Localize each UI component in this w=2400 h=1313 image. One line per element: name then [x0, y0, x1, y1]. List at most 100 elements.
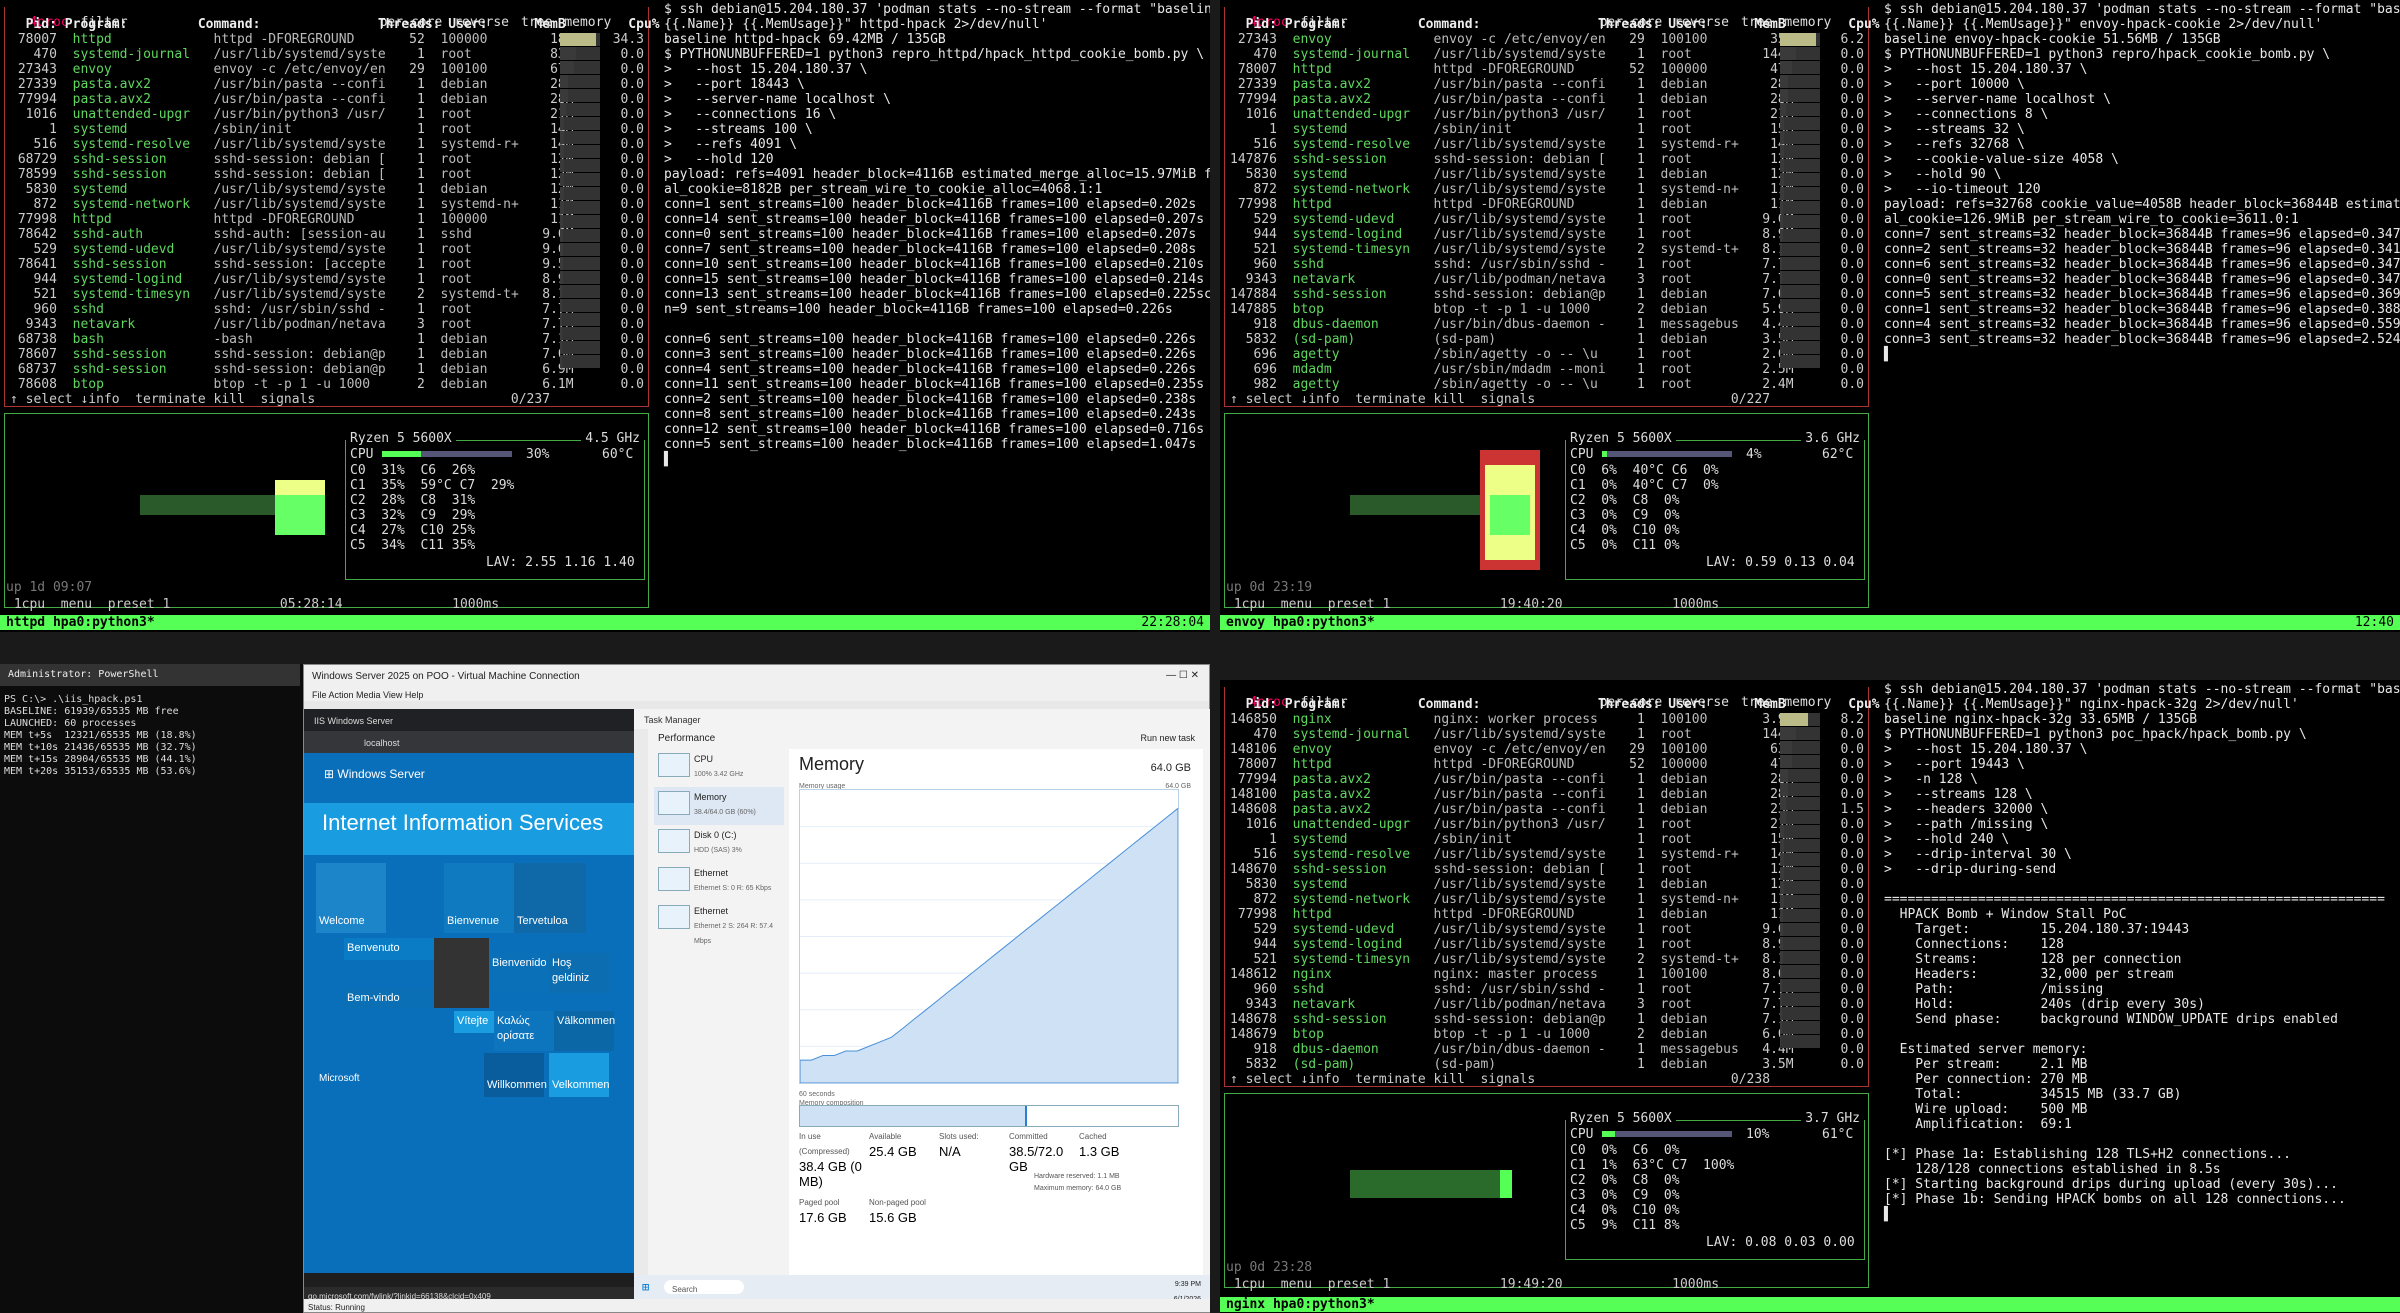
process-actions[interactable]: ↑ select ↓info terminate kill signals 0/…: [1230, 1072, 1770, 1087]
process-row[interactable]: 147876 sshd-session sshd-session: debian…: [1230, 152, 1872, 167]
process-row[interactable]: 78608 btop btop -t -p 1 -u 1000 2 debian…: [10, 377, 652, 392]
process-row[interactable]: 5832 (sd-pam) (sd-pam) 1 debian 3.5M 0.0: [1230, 1057, 1872, 1072]
process-row[interactable]: 470 systemd-journal /usr/lib/systemd/sys…: [1230, 47, 1872, 62]
tile-bienvenido[interactable]: Bienvenido: [489, 953, 549, 993]
process-row[interactable]: 27339 pasta.avx2 /usr/bin/pasta --confi …: [1230, 77, 1872, 92]
process-row[interactable]: 516 systemd-resolve /usr/lib/systemd/sys…: [10, 137, 652, 152]
process-row[interactable]: 147885 btop btop -t -p 1 -u 1000 2 debia…: [1230, 302, 1872, 317]
process-row[interactable]: 78007 httpd httpd -DFOREGROUND 52 100000…: [10, 32, 652, 47]
address-bar[interactable]: localhost: [304, 731, 634, 753]
tmux-window[interactable]: httpd hpa0:python3*: [6, 615, 155, 630]
process-row[interactable]: 78607 sshd-session sshd-session: debian@…: [10, 347, 652, 362]
tile-bienvenue[interactable]: Bienvenue: [444, 863, 514, 933]
process-row[interactable]: 78007 httpd httpd -DFOREGROUND 52 100000…: [1230, 62, 1872, 77]
process-row[interactable]: 77998 httpd httpd -DFOREGROUND 1 debian …: [1230, 197, 1872, 212]
tile-kalos[interactable]: Καλώς ορίσατε: [494, 1011, 554, 1051]
process-row[interactable]: 521 systemd-timesyn /usr/lib/systemd/sys…: [10, 287, 652, 302]
tm-resource-3[interactable]: Ethernet Ethernet S: 0 R: 65 Kbps: [654, 863, 784, 901]
process-list[interactable]: 78007 httpd httpd -DFOREGROUND 52 100000…: [10, 32, 652, 392]
tile-valkommen[interactable]: Välkommen: [554, 1011, 615, 1051]
tm-resource-0[interactable]: CPU 100% 3.42 GHz: [654, 749, 784, 787]
browser-window[interactable]: IIS Windows Server localhost ⊞ Windows S…: [304, 709, 634, 1301]
tile-benvenuto[interactable]: Benvenuto: [344, 938, 434, 960]
process-list[interactable]: 27343 envoy envoy -c /etc/envoy/en 29 10…: [1230, 32, 1872, 392]
process-row[interactable]: 960 sshd sshd: /usr/sbin/sshd - 1 root 7…: [1230, 982, 1872, 997]
process-row[interactable]: 470 systemd-journal /usr/lib/systemd/sys…: [10, 47, 652, 62]
process-row[interactable]: 5830 systemd /usr/lib/systemd/syste 1 de…: [1230, 877, 1872, 892]
process-row[interactable]: 944 systemd-logind /usr/lib/systemd/syst…: [10, 272, 652, 287]
process-row[interactable]: 9343 netavark /usr/lib/podman/netava 3 r…: [10, 317, 652, 332]
process-row[interactable]: 470 systemd-journal /usr/lib/systemd/sys…: [1230, 727, 1872, 742]
process-row[interactable]: 918 dbus-daemon /usr/bin/dbus-daemon - 1…: [1230, 317, 1872, 332]
process-row[interactable]: 77998 httpd httpd -DFOREGROUND 1 debian …: [1230, 907, 1872, 922]
process-row[interactable]: 9343 netavark /usr/lib/podman/netava 3 r…: [1230, 997, 1872, 1012]
process-row[interactable]: 27343 envoy envoy -c /etc/envoy/en 29 10…: [1230, 32, 1872, 47]
process-row[interactable]: 148100 pasta.avx2 /usr/bin/pasta --confi…: [1230, 787, 1872, 802]
process-row[interactable]: 148106 envoy envoy -c /etc/envoy/en 29 1…: [1230, 742, 1872, 757]
tm-resource-1[interactable]: Memory 38.4/64.0 GB (60%): [654, 787, 784, 825]
process-row[interactable]: 148608 pasta.avx2 /usr/bin/pasta --confi…: [1230, 802, 1872, 817]
tmux-window[interactable]: nginx hpa0:python3*: [1226, 1297, 1375, 1312]
start-icon[interactable]: ⊞: [642, 1280, 649, 1295]
process-row[interactable]: 696 mdadm /usr/sbin/mdadm --moni 1 root …: [1230, 362, 1872, 377]
process-row[interactable]: 146850 nginx nginx: worker process 1 100…: [1230, 712, 1872, 727]
process-row[interactable]: 960 sshd sshd: /usr/sbin/sshd - 1 root 7…: [10, 302, 652, 317]
btop-bottom-bar[interactable]: 1cpu menu preset 1 05:28:14 1000ms: [6, 597, 499, 612]
process-row[interactable]: 1016 unattended-upgr /usr/bin/python3 /u…: [1230, 107, 1872, 122]
terminal-output[interactable]: $ ssh debian@15.204.180.37 'podman stats…: [1880, 0, 2400, 612]
process-row[interactable]: 529 systemd-udevd /usr/lib/systemd/syste…: [1230, 922, 1872, 937]
process-row[interactable]: 78599 sshd-session sshd-session: debian …: [10, 167, 652, 182]
tm-resource-4[interactable]: Ethernet Ethernet 2 S: 264 R: 57.4 Mbps: [654, 901, 784, 945]
tile-hos-geldiniz[interactable]: Hoş geldiniz: [549, 953, 609, 993]
process-row[interactable]: 872 systemd-network /usr/lib/systemd/sys…: [10, 197, 652, 212]
tile-willkommen[interactable]: Willkommen: [484, 1053, 547, 1097]
tm-resource-list[interactable]: CPU 100% 3.42 GHz Memory 38.4/64.0 GB (60%)…: [654, 749, 784, 945]
vm-menu-bar[interactable]: File Action Media View Help: [304, 687, 1209, 701]
process-row[interactable]: 77994 pasta.avx2 /usr/bin/pasta --confi …: [10, 92, 652, 107]
tile-welcome[interactable]: Welcome: [316, 863, 386, 933]
powershell-window[interactable]: Administrator: PowerShell PS C:\> .\iis_…: [0, 664, 300, 1313]
tile-velkommen[interactable]: Velkommen: [549, 1053, 609, 1097]
process-row[interactable]: 27343 envoy envoy -c /etc/envoy/en 29 10…: [10, 62, 652, 77]
process-row[interactable]: 68737 sshd-session sshd-session: debian@…: [10, 362, 652, 377]
browser-tab[interactable]: IIS Windows Server: [304, 709, 634, 731]
terminal-output[interactable]: $ ssh debian@15.204.180.37 'podman stats…: [1880, 680, 2400, 1292]
btop-bottom-bar[interactable]: 1cpu menu preset 1 19:49:20 1000ms: [1226, 1277, 1719, 1292]
process-row[interactable]: 516 systemd-resolve /usr/lib/systemd/sys…: [1230, 847, 1872, 862]
tile-vitejte[interactable]: Vítejte: [454, 1011, 494, 1033]
process-row[interactable]: 78007 httpd httpd -DFOREGROUND 52 100000…: [1230, 757, 1872, 772]
process-row[interactable]: 1 systemd /sbin/init 1 root 15M 0.0: [1230, 122, 1872, 137]
process-row[interactable]: 9343 netavark /usr/lib/podman/netava 3 r…: [1230, 272, 1872, 287]
process-row[interactable]: 982 agetty /sbin/agetty -o -- \u 1 root …: [1230, 377, 1872, 392]
process-row[interactable]: 1 systemd /sbin/init 1 root 14M 0.0: [10, 122, 652, 137]
windows-taskbar[interactable]: ⊞ Search 9:39 PM 6/1/2026: [634, 1275, 1210, 1303]
process-row[interactable]: 5830 systemd /usr/lib/systemd/syste 1 de…: [1230, 167, 1872, 182]
tmux-window[interactable]: envoy hpa0:python3*: [1226, 615, 1375, 630]
process-row[interactable]: 147884 sshd-session sshd-session: debian…: [1230, 287, 1872, 302]
powershell-output[interactable]: PS C:\> .\iis_hpack.ps1 BASELINE: 61939/…: [4, 694, 197, 778]
process-row[interactable]: 77994 pasta.avx2 /usr/bin/pasta --confi …: [1230, 92, 1872, 107]
process-row[interactable]: 78642 sshd-auth sshd-auth: [session-au 1…: [10, 227, 652, 242]
process-actions[interactable]: ↑ select ↓info terminate kill signals 0/…: [1230, 392, 1770, 407]
tm-resource-2[interactable]: Disk 0 (C:) HDD (SAS) 3%: [654, 825, 784, 863]
terminal-output[interactable]: $ ssh debian@15.204.180.37 'podman stats…: [660, 0, 1210, 612]
process-row[interactable]: 148678 sshd-session sshd-session: debian…: [1230, 1012, 1872, 1027]
tile-bem-vindo[interactable]: Bem-vindo: [344, 988, 434, 1008]
process-row[interactable]: 696 agetty /sbin/agetty -o -- \u 1 root …: [1230, 347, 1872, 362]
process-row[interactable]: 148612 nginx nginx: master process 1 100…: [1230, 967, 1872, 982]
process-row[interactable]: 68729 sshd-session sshd-session: debian …: [10, 152, 652, 167]
run-new-task-button[interactable]: Run new task: [1140, 731, 1195, 746]
process-row[interactable]: 529 systemd-udevd /usr/lib/systemd/syste…: [10, 242, 652, 257]
search-box[interactable]: Search: [664, 1280, 744, 1294]
process-row[interactable]: 944 systemd-logind /usr/lib/systemd/syst…: [1230, 227, 1872, 242]
btop-bottom-bar[interactable]: 1cpu menu preset 1 19:40:20 1000ms: [1226, 597, 1719, 612]
process-list[interactable]: 146850 nginx nginx: worker process 1 100…: [1230, 712, 1872, 1072]
vm-connection-window[interactable]: Windows Server 2025 on POO - Virtual Mac…: [303, 664, 1210, 1313]
process-row[interactable]: 1 systemd /sbin/init 1 root 15M 0.0: [1230, 832, 1872, 847]
process-row[interactable]: 77998 httpd httpd -DFOREGROUND 1 100000 …: [10, 212, 652, 227]
process-row[interactable]: 521 systemd-timesyn /usr/lib/systemd/sys…: [1230, 242, 1872, 257]
process-row[interactable]: 27339 pasta.avx2 /usr/bin/pasta --confi …: [10, 77, 652, 92]
process-row[interactable]: 1016 unattended-upgr /usr/bin/python3 /u…: [10, 107, 652, 122]
process-row[interactable]: 872 systemd-network /usr/lib/systemd/sys…: [1230, 182, 1872, 197]
tile-tervetuloa[interactable]: Tervetuloa: [514, 863, 586, 933]
